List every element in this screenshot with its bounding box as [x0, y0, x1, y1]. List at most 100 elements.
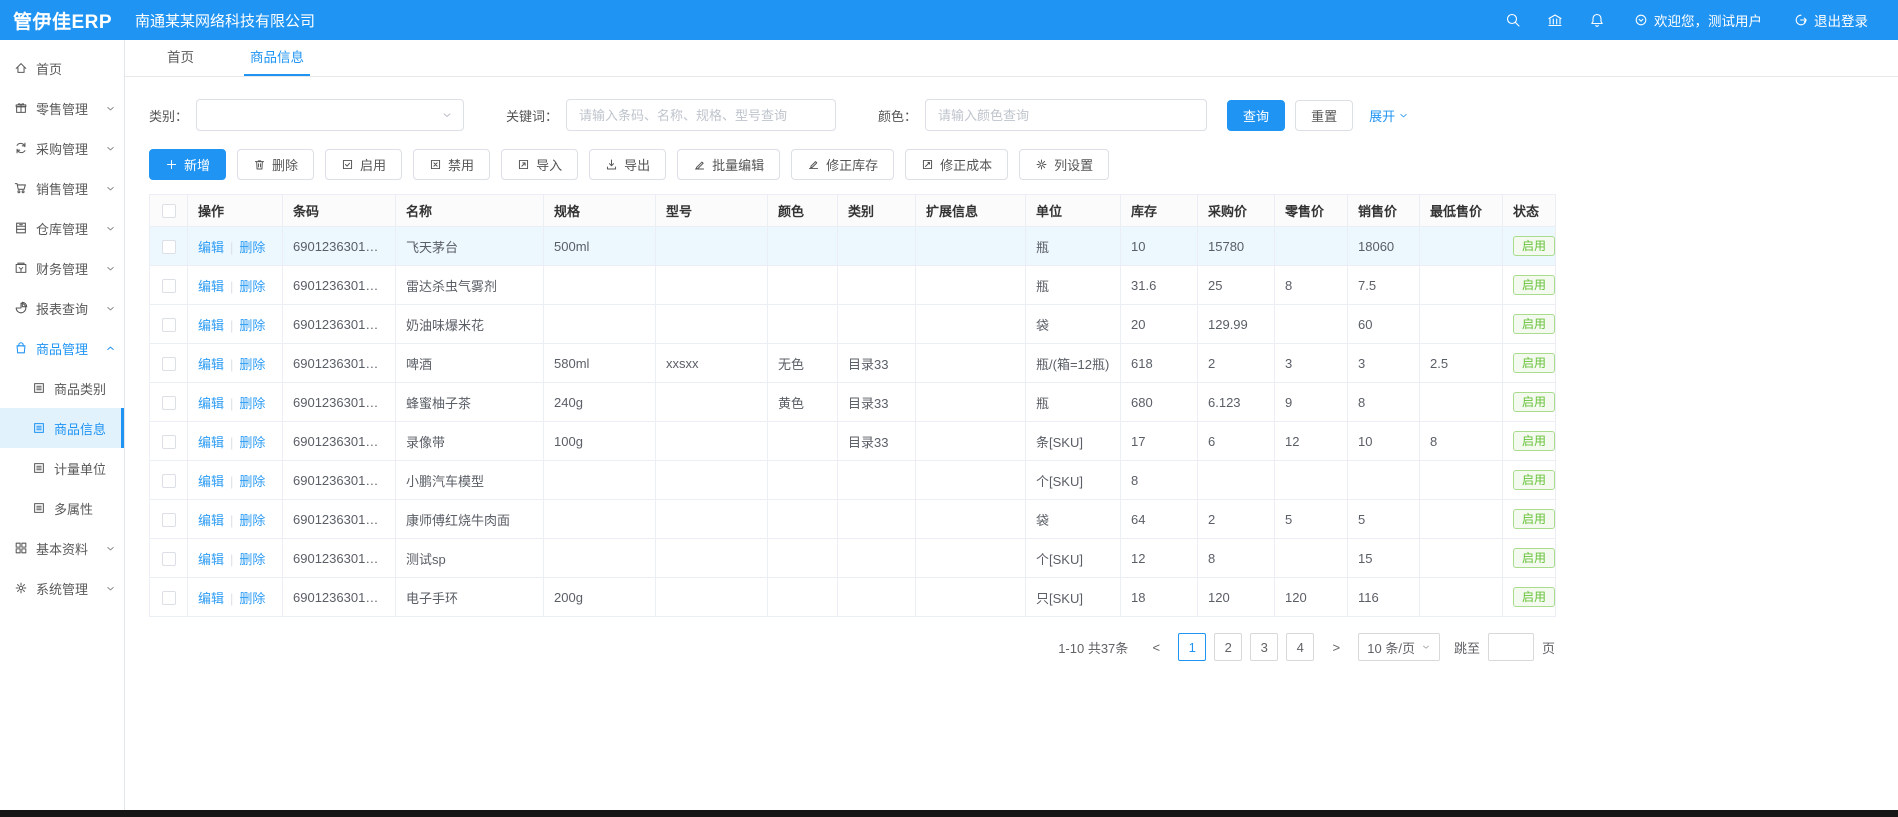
wallet-icon [14, 261, 28, 275]
toolbar-button-0[interactable]: 新增 [149, 149, 226, 180]
toolbar-button-3[interactable]: 禁用 [413, 149, 490, 180]
category-select[interactable] [196, 99, 464, 131]
edit-link[interactable]: 编辑 [198, 513, 224, 528]
table-row: 编辑|删除6901236301321康师傅红烧牛肉面袋64255启用 [150, 500, 1556, 539]
edit-link[interactable]: 编辑 [198, 396, 224, 411]
row-checkbox[interactable] [162, 240, 176, 254]
sidebar-subitem-0[interactable]: 商品类别 [0, 368, 124, 408]
prev-page-button[interactable]: < [1142, 633, 1170, 661]
cell-purchase: 129.99 [1198, 305, 1275, 344]
cell-spec: 580ml [544, 344, 656, 383]
edit-link[interactable]: 编辑 [198, 357, 224, 372]
row-checkbox[interactable] [162, 591, 176, 605]
edit-link[interactable]: 编辑 [198, 318, 224, 333]
chevron-down-icon [105, 583, 116, 594]
sidebar-item-4[interactable]: 仓库管理 [0, 208, 124, 248]
delete-link[interactable]: 删除 [239, 552, 265, 567]
cell-sale: 7.5 [1348, 266, 1420, 305]
cell-spec [544, 266, 656, 305]
next-page-button[interactable]: > [1322, 633, 1350, 661]
color-input[interactable] [925, 99, 1207, 131]
sidebar-item-6[interactable]: 报表查询 [0, 288, 124, 328]
search-button[interactable] [1496, 0, 1530, 40]
delete-link[interactable]: 删除 [239, 435, 265, 450]
sidebar-item-0[interactable]: 首页 [0, 48, 124, 88]
toolbar-button-4[interactable]: 导入 [501, 149, 578, 180]
sidebar-item-1[interactable]: 零售管理 [0, 88, 124, 128]
toolbar-button-label: 修正成本 [940, 155, 992, 174]
page-button-2[interactable]: 2 [1214, 633, 1242, 661]
sidebar-subitem-3[interactable]: 多属性 [0, 488, 124, 528]
cell-ext [916, 266, 1026, 305]
page-button-4[interactable]: 4 [1286, 633, 1314, 661]
edit-link[interactable]: 编辑 [198, 435, 224, 450]
row-checkbox[interactable] [162, 396, 176, 410]
sidebar-item-5[interactable]: 财务管理 [0, 248, 124, 288]
tab-0[interactable]: 首页 [161, 38, 200, 76]
edit-link[interactable]: 编辑 [198, 474, 224, 489]
row-checkbox[interactable] [162, 318, 176, 332]
row-checkbox[interactable] [162, 279, 176, 293]
keyword-input[interactable] [566, 99, 836, 131]
edit-link[interactable]: 编辑 [198, 279, 224, 294]
row-checkbox[interactable] [162, 513, 176, 527]
status-badge: 启用 [1513, 353, 1555, 373]
search-button[interactable]: 查询 [1227, 100, 1285, 131]
sidebar-item-7[interactable]: 商品管理 [0, 328, 124, 368]
row-checkbox[interactable] [162, 474, 176, 488]
color-label: 颜色： [878, 106, 917, 125]
delete-link[interactable]: 删除 [239, 357, 265, 372]
top-header: 管伊佳ERP 南通某某网络科技有限公司 欢迎您，测试用户 退出登录 [0, 0, 1898, 40]
archive-icon [14, 221, 28, 235]
page-button-1[interactable]: 1 [1178, 633, 1206, 661]
sidebar-item-3[interactable]: 销售管理 [0, 168, 124, 208]
page-button-3[interactable]: 3 [1250, 633, 1278, 661]
sidebar-item-2[interactable]: 采购管理 [0, 128, 124, 168]
tab-1[interactable]: 商品信息 [244, 38, 310, 76]
bell-button[interactable] [1580, 0, 1614, 40]
delete-link[interactable]: 删除 [239, 318, 265, 333]
row-checkbox[interactable] [162, 552, 176, 566]
column-header: 销售价 [1348, 195, 1420, 227]
cell-model [656, 578, 768, 617]
edit-link[interactable]: 编辑 [198, 240, 224, 255]
row-checkbox[interactable] [162, 435, 176, 449]
welcome-user[interactable]: 欢迎您，测试用户 [1622, 0, 1774, 40]
delete-link[interactable]: 删除 [239, 240, 265, 255]
delete-link[interactable]: 删除 [239, 396, 265, 411]
sidebar-subitem-1[interactable]: 商品信息 [0, 408, 124, 448]
logout-button[interactable]: 退出登录 [1782, 0, 1880, 40]
cell-name: 电子手环 [396, 578, 544, 617]
cell-category [838, 461, 916, 500]
goto-page-input[interactable] [1488, 633, 1534, 661]
row-checkbox[interactable] [162, 357, 176, 371]
delete-link[interactable]: 删除 [239, 279, 265, 294]
home-icon [14, 61, 28, 75]
page-size-select[interactable]: 10 条/页 [1358, 633, 1440, 661]
toolbar-button-8[interactable]: 修正成本 [905, 149, 1008, 180]
op-separator: | [230, 357, 233, 372]
sidebar-subitem-2[interactable]: 计量单位 [0, 448, 124, 488]
toolbar-button-5[interactable]: 导出 [589, 149, 666, 180]
reset-button[interactable]: 重置 [1295, 100, 1353, 131]
delete-link[interactable]: 删除 [239, 474, 265, 489]
select-all-checkbox[interactable] [162, 204, 176, 218]
delete-link[interactable]: 删除 [239, 513, 265, 528]
delete-link[interactable]: 删除 [239, 591, 265, 606]
toolbar-button-2[interactable]: 启用 [325, 149, 402, 180]
bank-button[interactable] [1538, 0, 1572, 40]
sidebar-item-9[interactable]: 系统管理 [0, 568, 124, 608]
sidebar-subitem-label: 商品信息 [54, 419, 106, 438]
cell-sale: 60 [1348, 305, 1420, 344]
chevron-down-icon [105, 103, 116, 114]
sidebar-item-8[interactable]: 基本资料 [0, 528, 124, 568]
edit-link[interactable]: 编辑 [198, 552, 224, 567]
expand-filters-link[interactable]: 展开 [1369, 106, 1409, 125]
op-separator: | [230, 318, 233, 333]
chevron-down-icon [105, 143, 116, 154]
toolbar-button-6[interactable]: 批量编辑 [677, 149, 780, 180]
toolbar-button-1[interactable]: 删除 [237, 149, 314, 180]
toolbar-button-7[interactable]: 修正库存 [791, 149, 894, 180]
toolbar-button-9[interactable]: 列设置 [1019, 149, 1109, 180]
edit-link[interactable]: 编辑 [198, 591, 224, 606]
